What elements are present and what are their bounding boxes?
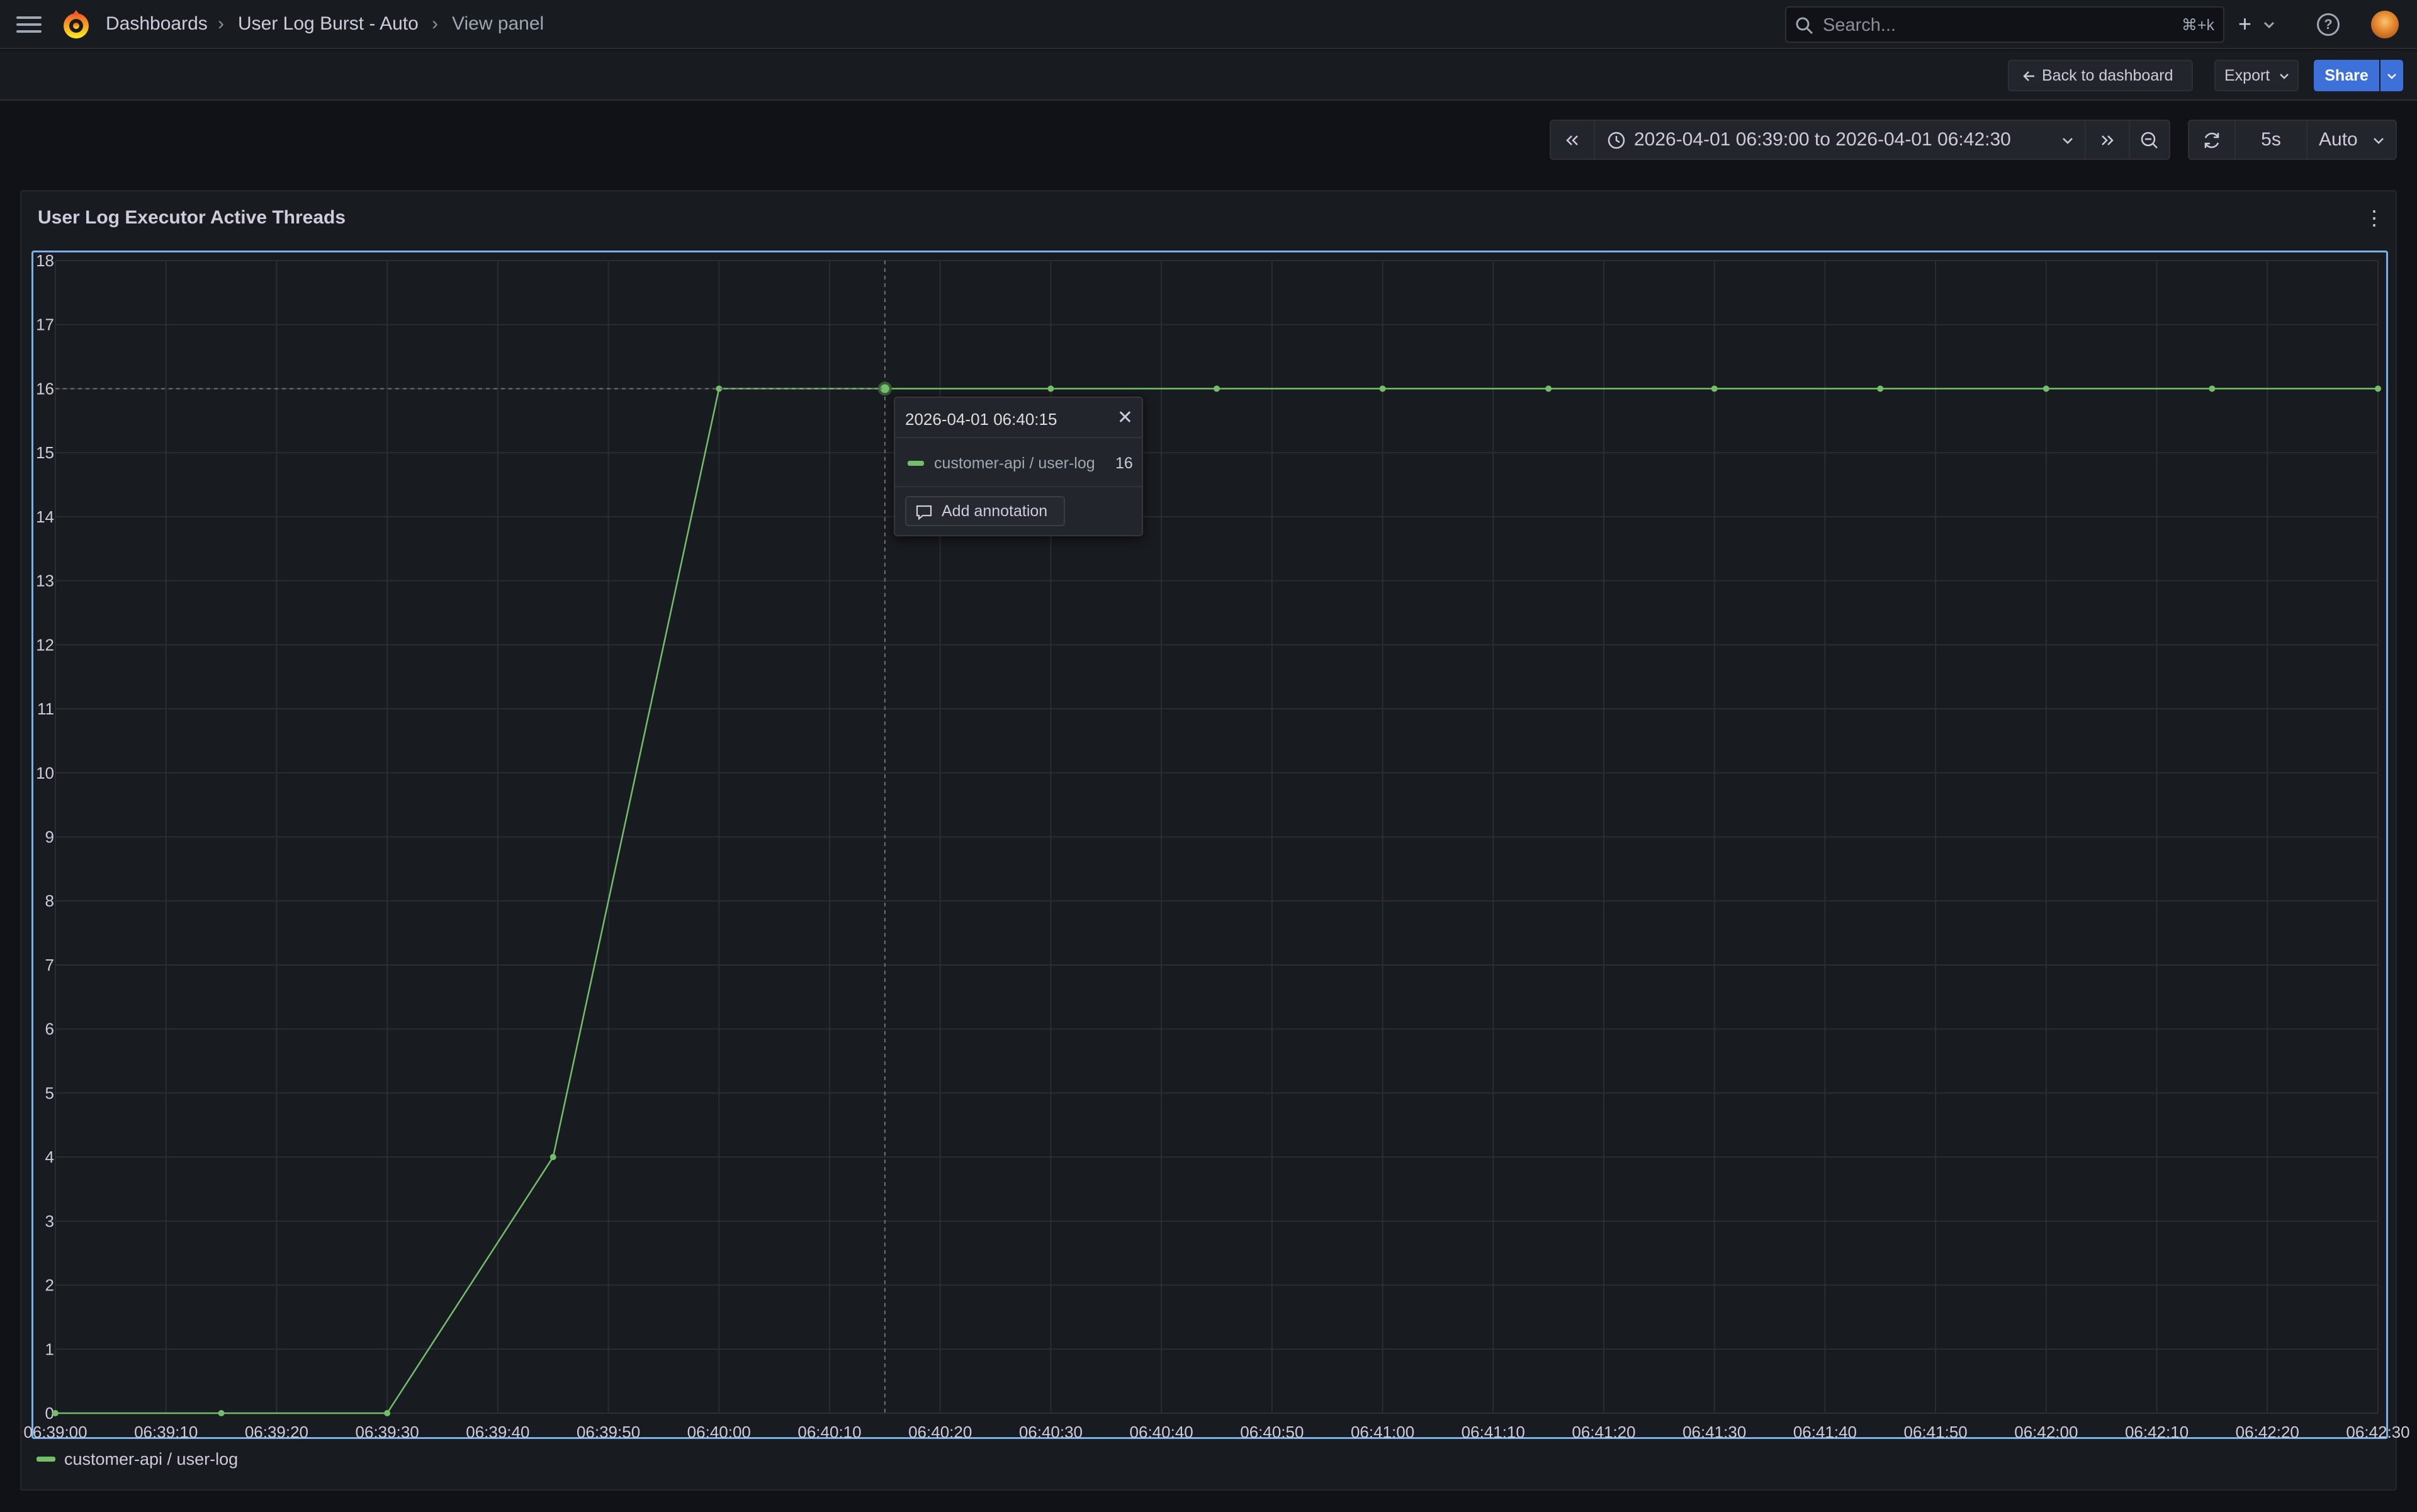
x-tick-label: 06:39:00: [23, 1423, 87, 1441]
y-tick-label: 11: [37, 699, 54, 718]
y-tick-label: 12: [36, 635, 54, 654]
y-tick-label: 3: [45, 1212, 54, 1231]
add-annotation-button[interactable]: Add annotation: [905, 496, 1065, 526]
x-tick-label: 06:40:00: [687, 1423, 751, 1441]
y-tick-label: 7: [45, 956, 54, 974]
tooltip-series-value: 16: [1115, 454, 1133, 472]
x-tick-label: 06:39:20: [245, 1423, 308, 1441]
data-point: [1711, 385, 1718, 392]
x-tick-label: 06:39:30: [356, 1423, 419, 1441]
close-icon[interactable]: ✕: [1117, 407, 1133, 429]
x-tick-label: 06:40:30: [1019, 1423, 1083, 1441]
line-chart: 012345678910111213141516171806:39:00 06:3…: [23, 251, 2409, 1441]
tooltip-series-swatch: [908, 461, 924, 466]
y-tick-label: 18: [36, 251, 54, 270]
data-point: [384, 1410, 391, 1416]
x-tick-label: 06:42:10: [2125, 1423, 2189, 1441]
data-point: [52, 1410, 59, 1416]
y-tick-label: 6: [45, 1020, 54, 1039]
y-tick-label: 8: [45, 891, 54, 910]
x-tick-label: 06:41:10: [1462, 1423, 1525, 1441]
tooltip-time: 2026-04-01 06:40:15: [905, 410, 1057, 429]
y-tick-label: 2: [45, 1276, 54, 1295]
x-tick-label: 06:42:20: [2236, 1423, 2299, 1441]
data-point: [2209, 385, 2216, 392]
data-point: [1047, 385, 1054, 392]
divider: [895, 437, 1142, 438]
x-tick-label: 06:40:50: [1240, 1423, 1304, 1441]
x-tick-label: 06:42:30: [2346, 1423, 2409, 1441]
data-point: [1877, 385, 1884, 392]
x-tick-label: 06:41:20: [1572, 1423, 1635, 1441]
x-tick-label: 06:39:50: [577, 1423, 640, 1441]
data-point: [218, 1410, 225, 1416]
tooltip: 2026-04-01 06:40:15 ✕ customer-api / use…: [894, 397, 1143, 536]
data-point: [2375, 385, 2381, 392]
x-tick-label: 06:40:20: [908, 1423, 972, 1441]
legend-swatch: [37, 1457, 55, 1462]
x-tick-label: 06:40:40: [1130, 1423, 1193, 1441]
y-tick-label: 1: [45, 1340, 54, 1358]
x-tick-label: 06:41:50: [1904, 1423, 1968, 1441]
x-tick-label: 06:42:00: [2014, 1423, 2078, 1441]
y-tick-label: 5: [45, 1083, 54, 1102]
data-point: [2042, 385, 2049, 392]
x-tick-label: 06:39:10: [134, 1423, 198, 1441]
y-tick-label: 15: [36, 443, 54, 462]
y-tick-label: 17: [36, 315, 54, 334]
y-tick-label: 4: [45, 1148, 54, 1166]
data-point: [1379, 385, 1386, 392]
y-tick-label: 13: [36, 572, 54, 590]
tooltip-series-name: customer-api / user-log: [934, 454, 1095, 472]
x-tick-label: 06:39:40: [466, 1423, 529, 1441]
data-point: [549, 1154, 556, 1161]
divider: [895, 486, 1142, 487]
data-point: [1545, 385, 1552, 392]
data-point: [1214, 385, 1220, 392]
x-tick-label: 06:41:00: [1351, 1423, 1414, 1441]
y-tick-label: 14: [36, 507, 54, 526]
legend-label[interactable]: customer-api / user-log: [64, 1448, 238, 1470]
add-annotation-label: Add annotation: [942, 502, 1048, 520]
y-tick-label: 16: [36, 379, 54, 398]
y-tick-label: 9: [45, 828, 54, 847]
x-tick-label: 06:40:10: [797, 1423, 861, 1441]
x-tick-label: 06:41:40: [1793, 1423, 1857, 1441]
y-tick-label: 10: [36, 764, 54, 782]
comment-icon: [916, 505, 932, 521]
x-tick-label: 06:41:30: [1682, 1423, 1746, 1441]
